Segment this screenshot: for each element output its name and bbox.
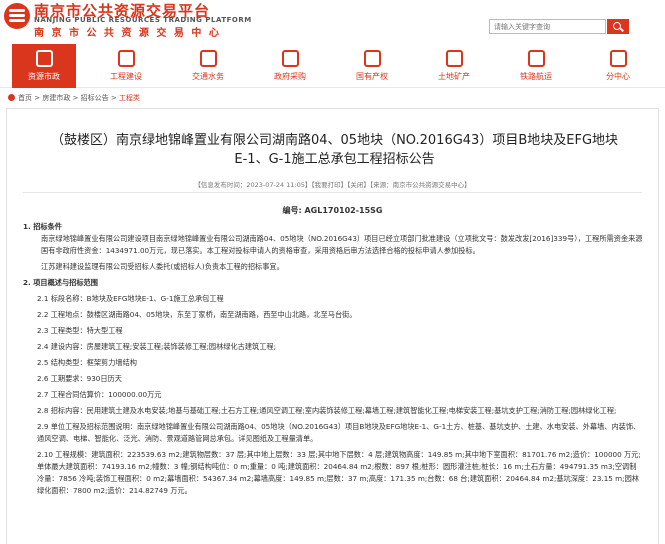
nav-label: 土地矿产 [438, 72, 470, 81]
home-icon [8, 94, 15, 101]
list-item: 2.2 工程地点：鼓楼区湖南路04、05地块，东至丁家桥，南至湖南路，西至中山北… [37, 310, 357, 319]
nav-label: 工程建设 [110, 72, 142, 81]
nav-label: 交通水务 [192, 72, 224, 81]
section-heading: 2. 项目概述与招标范围 [23, 278, 98, 287]
list-item: 2.10 工程规模：建筑面积：223539.63 m2;建筑物层数：37 层;其… [37, 450, 641, 495]
nav-label: 政府采购 [274, 72, 306, 81]
list-item: 2.1 标段名称：B地块及EFG地块E-1、G-1施工总承包工程 [37, 294, 224, 303]
list-item: 2.3 工程类型：特大型工程 [37, 326, 123, 335]
list-item: 2.7 工程合同估算价：100000.00万元 [37, 390, 162, 399]
paragraph: 南京绿地锦峰置业有限公司建设项目南京绿地锦峰置业有限公司湖南路04、05地块（N… [41, 234, 643, 255]
notice-number: 编号: AGL170102-15SG [282, 206, 383, 215]
divider [23, 192, 642, 193]
notice-body: 1. 招标条件 南京绿地锦峰置业有限公司建设项目南京绿地锦峰置业有限公司湖南路0… [23, 221, 643, 497]
nav-label: 铁路航运 [520, 72, 552, 81]
nav-item-land[interactable]: 土地矿产 [422, 44, 486, 88]
section-heading: 1. 招标条件 [23, 222, 62, 231]
nav-item-railway[interactable]: 铁路航运 [504, 44, 568, 88]
nav-item-branch[interactable]: 分中心 [586, 44, 650, 88]
purchase-icon [282, 50, 299, 67]
nav-label: 国有产权 [356, 72, 388, 81]
search-icon[interactable] [607, 19, 629, 34]
logo-icon [4, 3, 30, 29]
notice-title: （鼓楼区）南京绿地锦峰置业有限公司湖南路04、05地块（NO.2016G43）项… [50, 133, 619, 167]
notice-panel: （鼓楼区）南京绿地锦峰置业有限公司湖南路04、05地块（NO.2016G43）项… [6, 108, 659, 544]
search-input[interactable] [489, 19, 606, 34]
nav-label: 资源市政 [28, 72, 60, 81]
nav-item-city[interactable]: 资源市政 [12, 44, 76, 88]
nav-item-purchase[interactable]: 政府采购 [258, 44, 322, 88]
nav-item-property[interactable]: 国有产权 [340, 44, 404, 88]
list-item: 2.5 结构类型：框架剪力墙结构 [37, 358, 137, 367]
nav-item-construction[interactable]: 工程建设 [94, 44, 158, 88]
main-nav: 资源市政 工程建设 交通水务 政府采购 国有产权 土地矿产 铁路航运 分中心 [0, 44, 665, 88]
site-subtitle: 南 京 市 公 共 资 源 交 易 中 心 [34, 28, 221, 39]
breadcrumb-current: 工程类 [118, 94, 140, 102]
list-item: 2.8 招标内容：民用建筑土建及水电安装;地基与基础工程;土石方工程;通风空调工… [37, 406, 617, 415]
list-item: 2.9 单位工程及招标范围说明：南京绿地锦峰置业有限公司湖南路04、05地块（N… [37, 422, 641, 443]
traffic-icon [200, 50, 217, 67]
list-item: 2.4 建设内容：房屋建筑工程;安装工程;装饰装修工程;园林绿化古建筑工程; [37, 342, 277, 351]
site-title-en: NANJING PUBLIC RESOURCES TRADING PLATFOR… [34, 16, 252, 24]
notice-meta: 【信息发布时间：2023-07-24 11:05】【我要打印】【关闭】【来源：南… [194, 181, 471, 189]
breadcrumb-notice[interactable]: 招标公告 [81, 94, 109, 102]
city-icon [36, 50, 53, 67]
paragraph: 江苏建科建设监理有限公司受招标人委托(或招标人)负责本工程的招标事宜。 [41, 262, 284, 271]
breadcrumb: 首页 > 房建市政 > 招标公告 > 工程类 [8, 93, 140, 105]
branch-icon [610, 50, 627, 67]
railway-icon [528, 50, 545, 67]
breadcrumb-city[interactable]: 房建市政 [42, 94, 70, 102]
list-item: 2.6 工期要求：930日历天 [37, 374, 122, 383]
site-header: 南京市公共资源交易平台 NANJING PUBLIC RESOURCES TRA… [0, 0, 665, 44]
nav-item-traffic[interactable]: 交通水务 [176, 44, 240, 88]
land-icon [446, 50, 463, 67]
construction-icon [118, 50, 135, 67]
breadcrumb-home[interactable]: 首页 [18, 94, 32, 102]
property-icon [364, 50, 381, 67]
nav-label: 分中心 [606, 72, 630, 81]
